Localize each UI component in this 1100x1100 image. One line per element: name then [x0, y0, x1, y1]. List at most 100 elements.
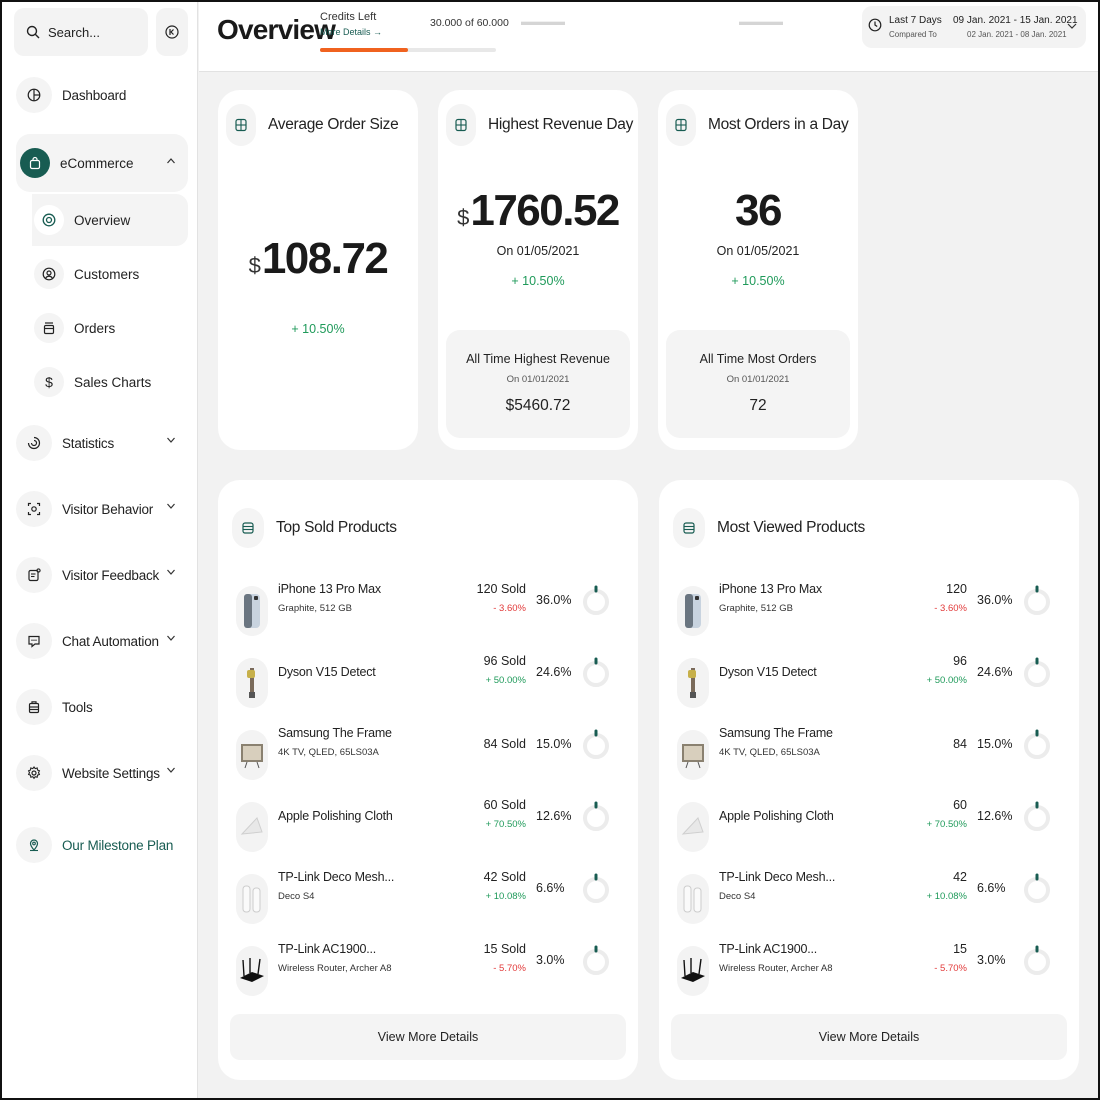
faded-placeholder: ▬▬▬▬ [739, 16, 783, 28]
product-row[interactable]: iPhone 13 Pro Max Graphite, 512 GB 120 Sol… [218, 582, 638, 654]
product-name: iPhone 13 Pro Max [278, 582, 381, 596]
product-change: + 50.00% [926, 675, 967, 686]
product-share-percent: 3.0% [536, 953, 565, 967]
product-count: 96 Sold [483, 654, 526, 668]
tv-frame-thumbnail [677, 730, 709, 780]
change-percent: + 10.50% [291, 322, 345, 336]
sidebar-item-tools[interactable]: Tools [16, 684, 188, 730]
product-name: Samsung The Frame [278, 726, 392, 740]
collapse-icon [165, 25, 179, 39]
product-row[interactable]: Apple Polishing Cloth 60 Sold + 70.50% 12.6… [218, 798, 638, 870]
view-more-details-button[interactable]: View More Details [230, 1014, 626, 1060]
sidebar-item-website-settings[interactable]: Website Settings [16, 750, 188, 796]
sidebar-subitem-orders[interactable]: Orders [32, 302, 188, 354]
card-title: Highest Revenue Day [488, 116, 634, 133]
product-share-percent: 12.6% [536, 809, 572, 823]
product-count: 120 Sold [476, 582, 526, 596]
product-name: Apple Polishing Cloth [719, 809, 834, 823]
product-name: TP-Link AC1900... [719, 942, 818, 956]
sidebar-item-statistics[interactable]: Statistics [16, 420, 188, 466]
sidebar-item-visitor-feedback[interactable]: Visitor Feedback [16, 552, 188, 598]
product-share-percent: 36.0% [977, 593, 1013, 607]
view-more-details-button[interactable]: View More Details [671, 1014, 1067, 1060]
sidebar-item-dashboard[interactable]: Dashboard [16, 72, 188, 118]
value-number: 108.72 [261, 234, 389, 283]
product-count: 120 [946, 582, 967, 596]
sidebar-item-ecommerce[interactable]: eCommerce [16, 134, 188, 192]
collapse-sidebar-button[interactable] [156, 8, 188, 56]
compared-to-label: Compared To [889, 30, 937, 39]
product-share-percent: 15.0% [536, 737, 572, 751]
chevron-down-icon [167, 635, 175, 641]
all-time-revenue-box: All Time Highest Revenue On 01/01/2021 $… [446, 330, 630, 438]
date-range-picker[interactable]: Last 7 Days Compared To 09 Jan. 2021 - 1… [862, 6, 1086, 48]
calculator-icon [226, 104, 256, 146]
value-number: 1760.52 [470, 186, 620, 235]
product-change: + 70.50% [926, 819, 967, 830]
product-subtitle: Deco S4 [719, 891, 756, 902]
box-icon [34, 313, 64, 343]
search-input[interactable]: Search... [14, 8, 148, 56]
product-name: TP-Link AC1900... [278, 942, 377, 956]
all-time-date: On 01/01/2021 [726, 374, 790, 385]
product-name: Samsung The Frame [719, 726, 833, 740]
mesh-router-thumbnail [677, 874, 709, 924]
sidebar-item-label: Dashboard [62, 87, 127, 103]
product-name: Dyson V15 Detect [719, 665, 817, 679]
sidebar-item-chat-automation[interactable]: Chat Automation [16, 618, 188, 664]
sidebar-subitem-sales-charts[interactable]: $ Sales Charts [32, 356, 188, 408]
product-change: + 50.00% [485, 675, 526, 686]
map-pin-icon [16, 827, 52, 863]
product-name: Apple Polishing Cloth [278, 809, 393, 823]
polishing-cloth-thumbnail [677, 802, 709, 852]
sidebar-subitem-label: Orders [74, 320, 116, 336]
product-row[interactable]: iPhone 13 Pro Max Graphite, 512 GB 120 - 3.… [659, 582, 1079, 654]
average-order-card: Average Order Size $108.72 + 10.50% [218, 90, 418, 450]
product-row[interactable]: Samsung The Frame 4K TV, QLED, 65LS03A 84 1… [659, 726, 1079, 798]
toolbox-icon [16, 689, 52, 725]
faded-placeholder: ▬▬▬▬ [521, 16, 565, 28]
target-icon [34, 205, 64, 235]
product-row[interactable]: Samsung The Frame 4K TV, QLED, 65LS03A 84 … [218, 726, 638, 798]
calculator-icon [446, 104, 476, 146]
all-time-date: On 01/01/2021 [506, 374, 570, 385]
product-change: - 3.60% [934, 603, 967, 614]
product-count: 42 [953, 870, 967, 884]
sidebar-subitem-customers[interactable]: Customers [32, 248, 188, 300]
currency-symbol: $ [457, 205, 470, 230]
currency-symbol: $ [248, 253, 261, 278]
clock-icon [868, 18, 882, 32]
highest-revenue-card: Highest Revenue Day $1760.52 On 01/05/20… [438, 90, 638, 450]
sidebar-item-milestone-plan[interactable]: Our Milestone Plan [16, 822, 188, 868]
mesh-router-thumbnail [236, 874, 268, 924]
product-row[interactable]: TP-Link Deco Mesh... Deco S4 42 Sold + 10.0… [218, 870, 638, 942]
product-row[interactable]: Apple Polishing Cloth 60 + 70.50% 12.6% [659, 798, 1079, 870]
all-time-value: $5460.72 [505, 397, 571, 414]
sidebar-subitem-overview[interactable]: Overview [32, 194, 188, 246]
product-share-percent: 15.0% [977, 737, 1013, 751]
product-row[interactable]: TP-Link AC1900... Wireless Router, Archer… [659, 942, 1079, 1014]
product-subtitle: Deco S4 [278, 891, 315, 902]
change-percent: + 10.50% [731, 274, 785, 288]
share-ring-chart [1021, 654, 1053, 699]
product-share-percent: 36.0% [536, 593, 572, 607]
most-viewed-products-card: Most Viewed Products iPhone 13 Pro Max Gr… [659, 480, 1079, 1080]
share-ring-chart [580, 798, 612, 843]
search-placeholder: Search... [48, 24, 101, 40]
top-sold-products-card: Top Sold Products iPhone 13 Pro Max Graph… [218, 480, 638, 1080]
product-row[interactable]: TP-Link Deco Mesh... Deco S4 42 + 10.08% 6.6… [659, 870, 1079, 942]
product-row[interactable]: Dyson V15 Detect 96 Sold + 50.00% 24.6% [218, 654, 638, 726]
average-order-value: $108.72 [218, 234, 418, 284]
sidebar-item-label: Our Milestone Plan [62, 837, 174, 853]
product-count: 15 Sold [483, 942, 526, 956]
sidebar-item-visitor-behavior[interactable]: Visitor Behavior [16, 486, 188, 532]
more-details-link[interactable]: More Details → [320, 27, 382, 37]
product-row[interactable]: TP-Link AC1900... Wireless Router, Archer… [218, 942, 638, 1014]
change-percent: + 10.50% [511, 274, 565, 288]
dyson-thumbnail [236, 658, 268, 708]
credits-progress-bar [320, 48, 496, 52]
share-ring-chart [580, 582, 612, 627]
product-row[interactable]: Dyson V15 Detect 96 + 50.00% 24.6% [659, 654, 1079, 726]
card-title: Top Sold Products [276, 519, 397, 536]
product-subtitle: Wireless Router, Archer A8 [719, 963, 833, 974]
